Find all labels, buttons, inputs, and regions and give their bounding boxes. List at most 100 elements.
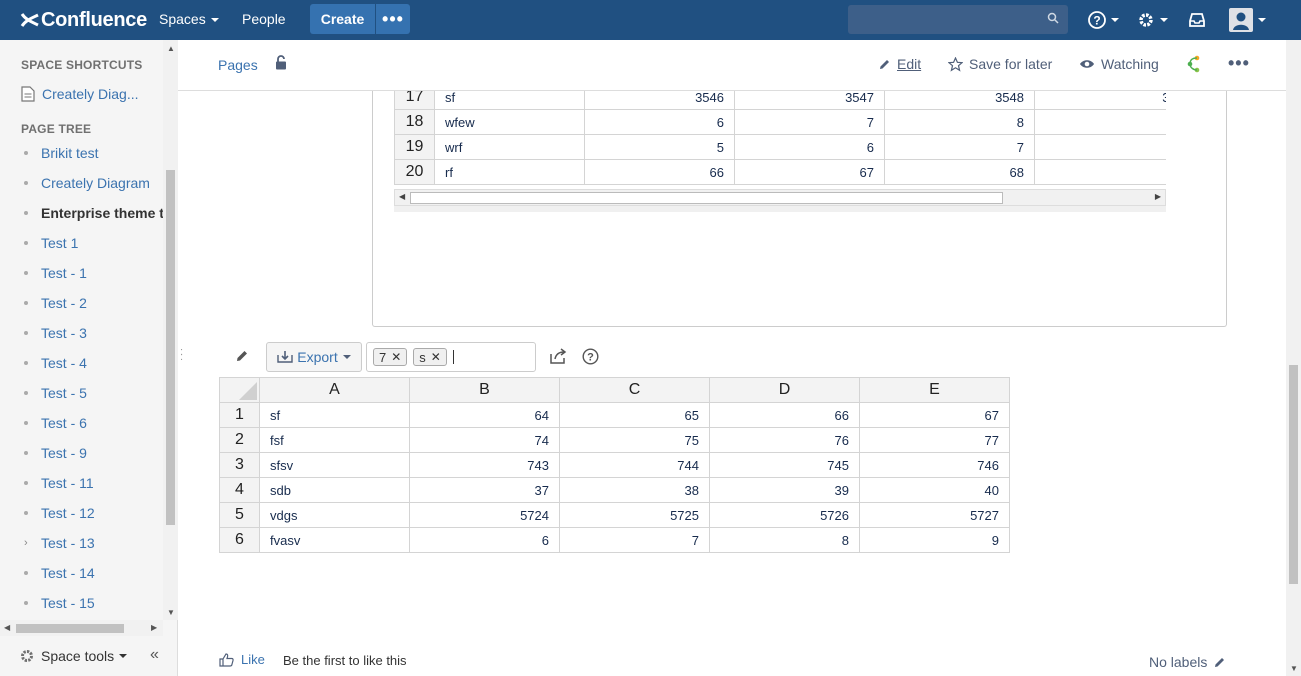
table-cell[interactable]: 6 <box>584 109 735 135</box>
row-number[interactable]: 1 <box>219 402 260 428</box>
table-cell[interactable]: 9 <box>1034 109 1166 135</box>
tree-item-test-6[interactable]: Test - 6 <box>24 415 87 431</box>
notifications-button[interactable] <box>1188 9 1206 31</box>
table-cell[interactable]: 69 <box>1034 159 1166 185</box>
row-number[interactable]: 2 <box>219 427 260 453</box>
table-cell[interactable]: 744 <box>559 452 710 478</box>
upper-spreadsheet-scrollbar[interactable]: ◀ ▶ <box>394 189 1166 206</box>
drag-handle-icon[interactable]: :: <box>180 347 183 363</box>
filter-chip[interactable]: s ✕ <box>413 348 447 366</box>
breadcrumb-pages-link[interactable]: Pages <box>218 57 258 73</box>
table-cell[interactable]: 5727 <box>859 502 1010 528</box>
table-cell[interactable]: 66 <box>709 402 860 428</box>
table-cell[interactable]: 746 <box>859 452 1010 478</box>
scroll-right-arrow-icon[interactable]: ▶ <box>151 623 157 632</box>
scroll-down-arrow-icon[interactable]: ▼ <box>1290 664 1298 673</box>
remove-filter-icon[interactable]: ✕ <box>391 350 401 364</box>
page-vertical-scrollbar[interactable]: ▼ <box>1286 40 1301 676</box>
tree-item-test-4[interactable]: Test - 4 <box>24 355 87 371</box>
table-cell[interactable]: sfsv <box>259 452 410 478</box>
table-cell[interactable]: sf <box>259 402 410 428</box>
row-number[interactable]: 4 <box>219 477 260 503</box>
table-cell[interactable]: 5724 <box>409 502 560 528</box>
corner-cell[interactable] <box>219 377 260 403</box>
scrollbar-thumb[interactable] <box>1289 365 1298 584</box>
tree-item-test-15[interactable]: Test - 15 <box>24 595 95 611</box>
pencil-icon[interactable] <box>235 349 249 363</box>
create-button[interactable]: Create <box>310 4 375 34</box>
table-cell[interactable]: 68 <box>884 159 1035 185</box>
table-cell[interactable]: 74 <box>409 427 560 453</box>
table-cell[interactable]: 6 <box>734 134 885 160</box>
chevron-right-icon[interactable]: › <box>24 537 28 549</box>
help-icon[interactable]: ? <box>582 348 599 365</box>
settings-menu[interactable] <box>1137 9 1168 31</box>
watching-button[interactable]: Watching <box>1079 56 1159 72</box>
scroll-left-arrow-icon[interactable]: ◀ <box>4 623 10 632</box>
table-cell[interactable]: vdgs <box>259 502 410 528</box>
column-header-c[interactable]: C <box>559 377 710 403</box>
filter-chip[interactable]: 7 ✕ <box>373 348 408 366</box>
table-cell[interactable]: fsf <box>259 427 410 453</box>
save-for-later-button[interactable]: Save for later <box>948 56 1052 72</box>
row-number[interactable]: 5 <box>219 502 260 528</box>
table-cell[interactable]: 7 <box>559 527 710 553</box>
scrollbar-thumb[interactable] <box>410 192 1003 204</box>
table-cell[interactable]: 39 <box>709 477 860 503</box>
table-cell[interactable]: 5725 <box>559 502 710 528</box>
tree-item-test-12[interactable]: Test - 12 <box>24 505 95 521</box>
space-tools-menu[interactable]: Space tools <box>19 648 128 664</box>
help-menu[interactable]: ? <box>1088 9 1119 31</box>
space-shortcut-link[interactable]: Creately Diag... <box>21 86 138 102</box>
tree-item-test-5[interactable]: Test - 5 <box>24 385 87 401</box>
table-cell[interactable]: 8 <box>709 527 860 553</box>
table-cell[interactable]: fvasv <box>259 527 410 553</box>
scroll-left-arrow-icon[interactable]: ◀ <box>399 192 405 201</box>
scroll-right-arrow-icon[interactable]: ▶ <box>1155 192 1161 201</box>
table-cell[interactable]: wrf <box>434 134 585 160</box>
table-cell[interactable]: 743 <box>409 452 560 478</box>
scroll-up-arrow-icon[interactable]: ▲ <box>167 44 175 53</box>
confluence-logo[interactable]: Confluence <box>20 8 147 32</box>
column-header-e[interactable]: E <box>859 377 1010 403</box>
sidebar-vertical-scrollbar[interactable]: ▲ ▼ <box>163 40 178 620</box>
tree-item-test-13[interactable]: › Test - 13 <box>24 535 95 551</box>
scroll-down-arrow-icon[interactable]: ▼ <box>167 608 175 617</box>
table-cell[interactable]: 67 <box>734 159 885 185</box>
table-cell[interactable]: 5726 <box>709 502 860 528</box>
scrollbar-thumb[interactable] <box>16 624 124 633</box>
tree-item-test-2[interactable]: Test - 2 <box>24 295 87 311</box>
unlock-icon[interactable] <box>275 55 287 70</box>
table-cell[interactable]: 38 <box>559 477 710 503</box>
table-cell[interactable]: 77 <box>859 427 1010 453</box>
table-cell[interactable]: 5 <box>584 134 735 160</box>
table-cell[interactable]: 75 <box>559 427 710 453</box>
table-cell[interactable]: 9 <box>859 527 1010 553</box>
column-header-d[interactable]: D <box>709 377 860 403</box>
export-button[interactable]: Export <box>266 342 362 372</box>
nav-spaces[interactable]: Spaces <box>159 11 219 27</box>
table-cell[interactable]: 37 <box>409 477 560 503</box>
remove-filter-icon[interactable]: ✕ <box>431 350 441 364</box>
row-number[interactable]: 6 <box>219 527 260 553</box>
more-actions-icon[interactable]: ••• <box>1228 53 1250 74</box>
table-cell[interactable]: 76 <box>709 427 860 453</box>
scrollbar-thumb[interactable] <box>166 170 175 525</box>
tree-item-brikit-test[interactable]: Brikit test <box>24 145 99 161</box>
like-button[interactable]: Like <box>219 652 265 667</box>
row-number[interactable]: 3 <box>219 452 260 478</box>
table-cell[interactable]: 40 <box>859 477 1010 503</box>
table-cell[interactable]: 8 <box>1034 134 1166 160</box>
share-icon[interactable] <box>550 348 567 364</box>
tree-item-test-1[interactable]: Test 1 <box>24 235 78 251</box>
sidebar-horizontal-scrollbar[interactable]: ◀ ▶ <box>0 620 163 636</box>
table-cell[interactable]: sdb <box>259 477 410 503</box>
user-menu[interactable] <box>1229 8 1266 32</box>
nav-people[interactable]: People <box>242 11 286 27</box>
tree-item-test-3[interactable]: Test - 3 <box>24 325 87 341</box>
tree-item-creately-diagram[interactable]: Creately Diagram <box>24 175 150 191</box>
column-header-b[interactable]: B <box>409 377 560 403</box>
table-cell[interactable]: 64 <box>409 402 560 428</box>
collapse-sidebar-button[interactable]: « <box>150 646 159 664</box>
tree-item-test-11[interactable]: Test - 11 <box>24 475 94 491</box>
